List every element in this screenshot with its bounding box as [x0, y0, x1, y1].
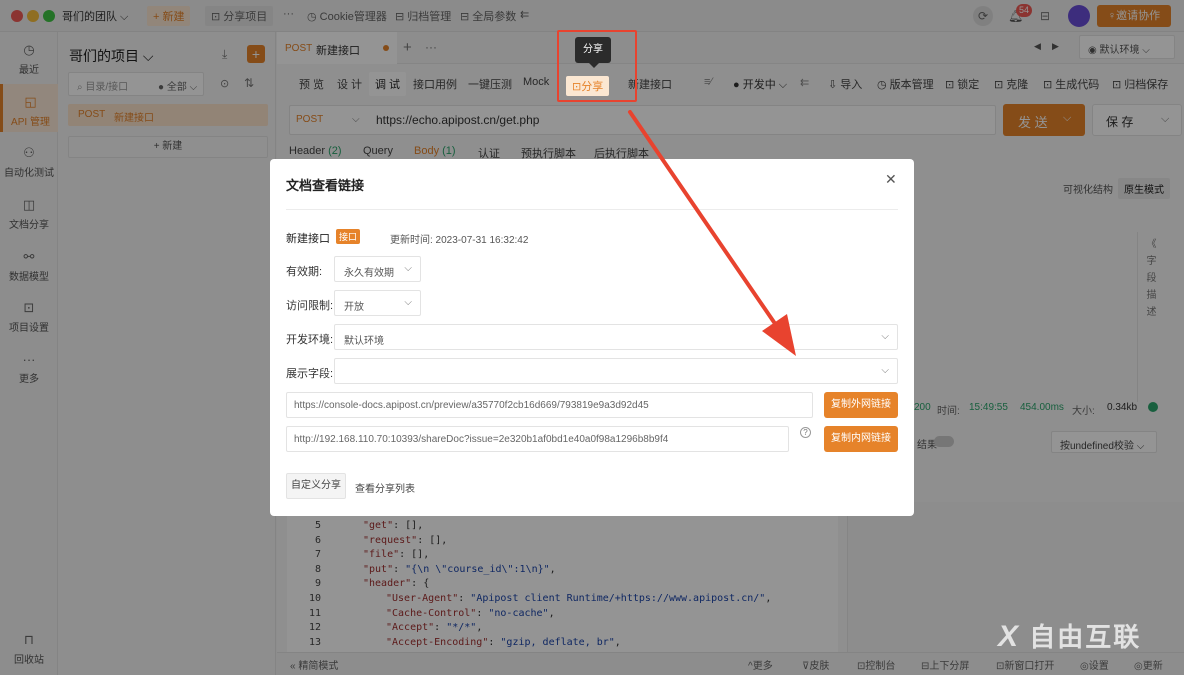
copy-internal-link-button[interactable]: 复制内网链接	[824, 426, 898, 452]
share-button-highlighted[interactable]: ⊡分享	[566, 76, 610, 96]
chevron-down-icon: ⌵	[881, 331, 889, 342]
access-label: 访问限制:	[286, 300, 334, 312]
annotation-arrow	[628, 110, 796, 356]
share-tooltip: 分享	[575, 37, 611, 63]
chevron-down-icon: ⌵	[404, 263, 412, 274]
help-icon[interactable]: ?	[800, 427, 811, 438]
watermark-logo: X 自由互联	[998, 620, 1142, 653]
api-name: 新建接口	[286, 233, 330, 245]
modal-title: 文档查看链接	[286, 178, 365, 193]
watermark-x-icon: X	[998, 620, 1021, 653]
tooltip-arrow	[589, 63, 599, 68]
update-time: 更新时间: 2023-07-31 16:32:42	[390, 235, 529, 246]
copy-external-link-button[interactable]: 复制外网链接	[824, 392, 898, 418]
fields-label: 展示字段:	[286, 368, 334, 380]
chevron-down-icon: ⌵	[881, 365, 889, 376]
api-badge: 接口	[336, 229, 361, 244]
external-link-field[interactable]: https://console-docs.apipost.cn/preview/…	[286, 392, 813, 418]
env-label: 开发环境:	[286, 334, 334, 346]
close-icon[interactable]: ✕	[885, 171, 897, 188]
custom-share-button[interactable]: 自定义分享	[286, 473, 346, 499]
share-list-link[interactable]: 查看分享列表	[355, 480, 415, 495]
internal-link-field[interactable]: http://192.168.110.70:10393/shareDoc?iss…	[286, 426, 789, 452]
validity-select[interactable]: 永久有效期 ⌵	[334, 256, 421, 282]
chevron-down-icon: ⌵	[404, 297, 412, 308]
validity-label: 有效期:	[286, 266, 323, 278]
access-select[interactable]: 开放 ⌵	[334, 290, 421, 316]
